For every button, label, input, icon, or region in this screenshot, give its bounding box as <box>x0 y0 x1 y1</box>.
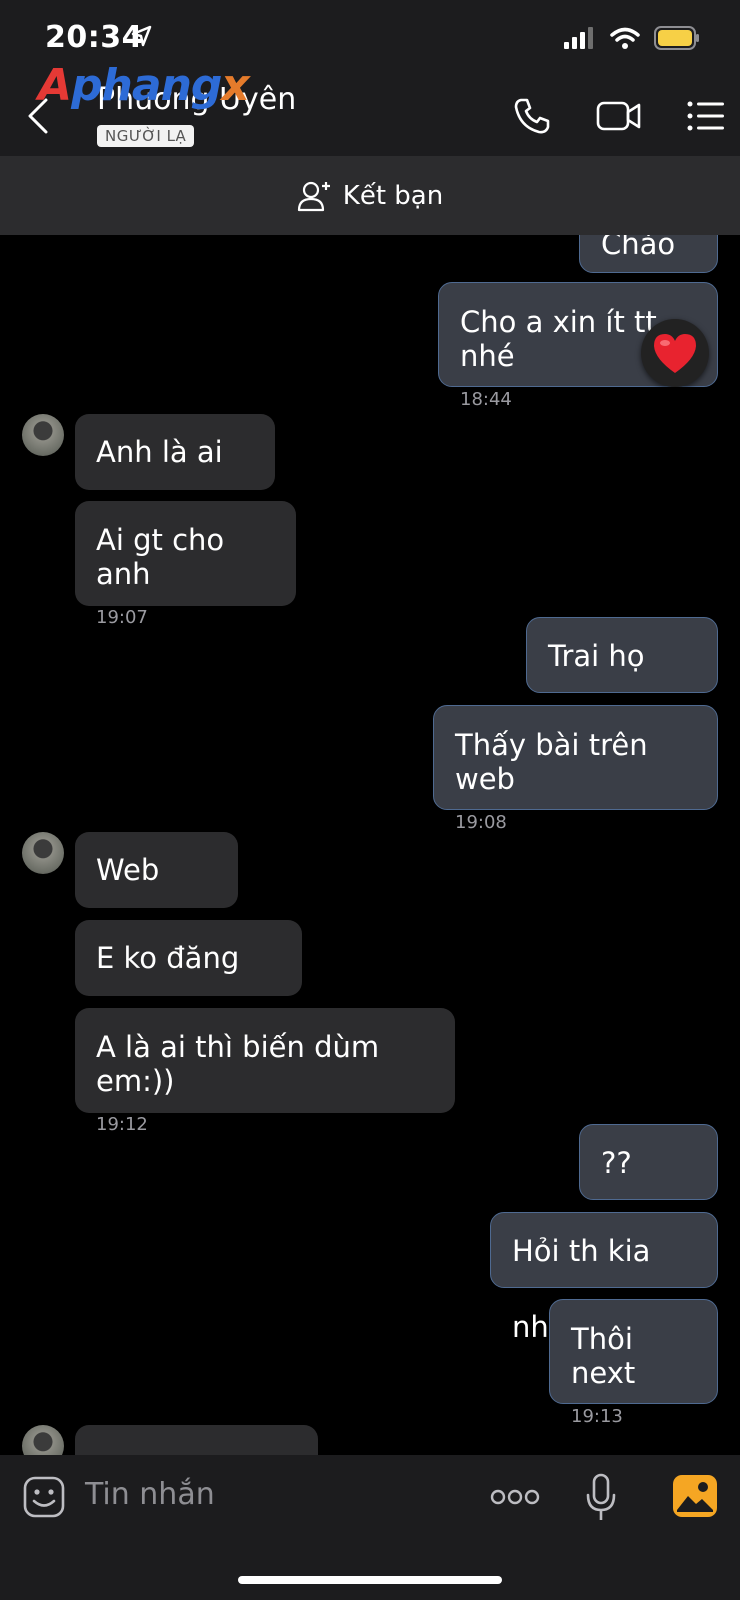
add-friend-button[interactable]: Kết bạn <box>0 157 740 235</box>
phone-icon[interactable] <box>512 96 552 136</box>
message-time: 19:12 <box>96 1114 148 1135</box>
avatar[interactable] <box>22 1425 64 1455</box>
add-user-icon <box>297 181 330 212</box>
message-bubble[interactable]: Anh là ai ah <box>75 414 275 545</box>
message-text: ?? <box>601 1146 632 1180</box>
message-text: Thôi next <box>571 1322 636 1390</box>
message-bubble[interactable]: Thôi next 19:13 <box>549 1299 718 1427</box>
home-indicator[interactable] <box>238 1576 502 1584</box>
message-text: Ai gt cho anh <box>96 523 225 591</box>
list-menu-icon[interactable] <box>686 96 726 136</box>
message-bubble-partial[interactable] <box>75 1425 318 1455</box>
message-bubble[interactable]: Trai họ cao <box>526 617 718 749</box>
message-time: 19:07 <box>96 607 148 628</box>
message-list[interactable]: Chào e Cho a xin ít tt nhé 18:44 Anh là … <box>0 235 740 1455</box>
heart-reaction-icon[interactable] <box>641 319 709 387</box>
message-bubble[interactable]: A là ai thì biến dùm em:)) 19:12 <box>75 1008 455 1135</box>
message-bubble[interactable]: Hỏi th kia nhé <box>490 1212 718 1344</box>
battery-icon <box>654 26 699 50</box>
message-bubble[interactable]: Chào e <box>579 235 718 337</box>
message-time: 18:44 <box>460 389 512 410</box>
message-text: A là ai thì biến dùm em:)) <box>96 1030 380 1098</box>
chat-header: Phương Uyên Aphangx NGƯỜI LẠ <box>0 60 740 157</box>
message-input[interactable]: Tin nhắn <box>85 1477 215 1512</box>
status-time: 20:34 <box>45 20 143 55</box>
message-text: Thấy bài trên web <box>455 728 648 796</box>
message-input-bar: Tin nhắn <box>0 1455 740 1600</box>
watermark-logo: Aphangx <box>38 60 250 111</box>
avatar[interactable] <box>22 832 64 874</box>
message-time: 19:13 <box>571 1406 623 1427</box>
message-bubble[interactable]: Web nào <box>75 832 238 963</box>
avatar[interactable] <box>22 414 64 456</box>
photo-icon[interactable] <box>672 1474 718 1518</box>
message-bubble[interactable]: Thấy bài trên web 19:08 <box>433 705 718 833</box>
microphone-icon[interactable] <box>584 1473 618 1523</box>
more-icon[interactable] <box>490 1488 540 1506</box>
signal-icon <box>564 27 593 49</box>
message-bubble[interactable]: E ko đăng bài <box>75 920 302 1051</box>
message-bubble[interactable]: Ai gt cho anh 19:07 <box>75 501 296 628</box>
location-arrow-icon <box>131 25 152 47</box>
wifi-icon <box>610 27 640 49</box>
message-time: 19:08 <box>455 812 507 833</box>
add-friend-label: Kết bạn <box>342 181 444 211</box>
video-camera-icon[interactable] <box>596 96 642 136</box>
message-bubble[interactable]: ?? <box>579 1124 718 1200</box>
emoji-icon[interactable] <box>22 1475 66 1519</box>
stranger-badge: NGƯỜI LẠ <box>97 125 195 147</box>
